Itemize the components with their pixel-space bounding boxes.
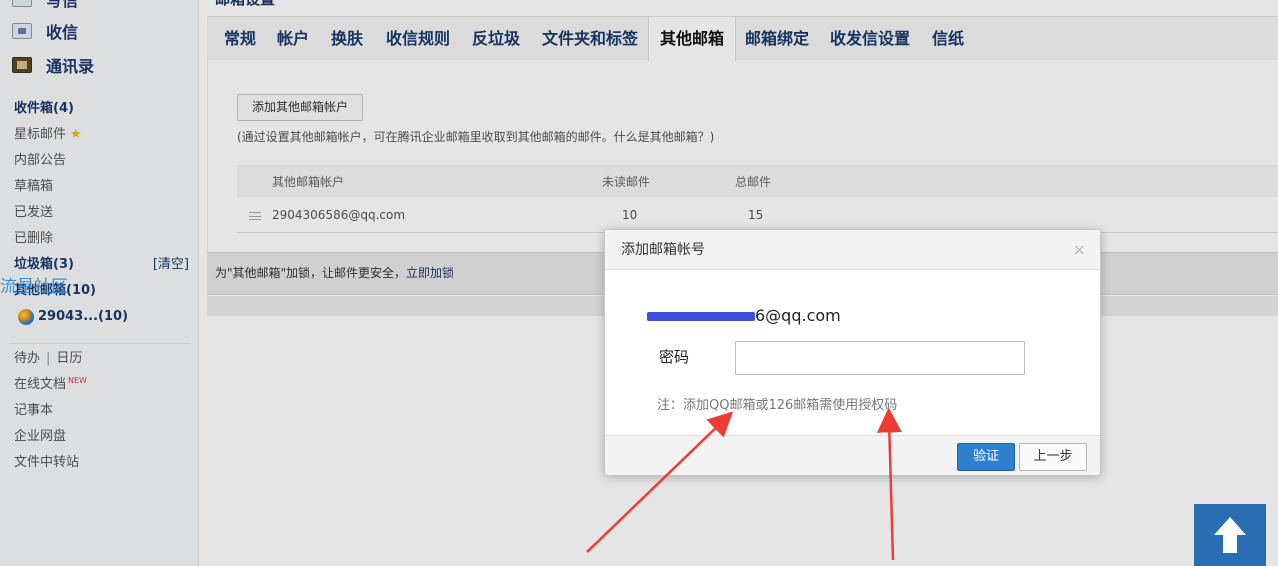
add-other-mailbox-button[interactable]: 添加其他邮箱帐户 xyxy=(237,94,364,121)
header-unread: 未读邮件 xyxy=(602,175,651,189)
notepad-label: 记事本 xyxy=(14,403,54,418)
folder-sub-account[interactable]: 29043...(10) xyxy=(0,304,199,330)
separator: | xyxy=(46,351,51,366)
password-label: 密码 xyxy=(659,348,690,366)
row-total: 15 xyxy=(748,208,764,222)
scroll-to-top-button[interactable] xyxy=(1194,504,1266,566)
folder-sent[interactable]: 已发送 xyxy=(0,200,199,226)
tab-receive-rules[interactable]: 收信规则 xyxy=(375,17,461,60)
notepad-link[interactable]: 记事本 xyxy=(0,398,199,424)
tab-mailbox-binding[interactable]: 邮箱绑定 xyxy=(734,17,820,60)
row-account: 2904306586@qq.com xyxy=(272,208,406,222)
tab-general[interactable]: 常规 xyxy=(213,17,267,60)
folder-drafts-label: 草稿箱 xyxy=(14,179,54,194)
folder-inbox[interactable]: 收件箱(4) xyxy=(0,96,199,122)
page-title: 邮箱设置 xyxy=(215,0,275,9)
write-icon xyxy=(12,0,32,7)
tab-skin[interactable]: 换肤 xyxy=(320,17,374,60)
settings-tabs: 常规 帐户 换肤 收信规则 反垃圾 文件夹和标签 其他邮箱 邮箱绑定 收发信设置… xyxy=(207,16,1278,61)
nav-contacts-label: 通讯录 xyxy=(46,57,95,76)
calendar-link[interactable]: 日历 xyxy=(56,351,82,366)
sidebar-divider xyxy=(10,343,190,344)
inbox-icon xyxy=(12,23,32,39)
dialog-email: 6@qq.com xyxy=(647,306,841,325)
password-input[interactable] xyxy=(735,341,1025,375)
dialog-email-text: 6@qq.com xyxy=(755,306,841,325)
tab-stationery[interactable]: 信纸 xyxy=(921,17,975,60)
contacts-book-icon xyxy=(12,57,32,73)
dialog-header: 添加邮箱帐号 × xyxy=(605,230,1100,270)
folder-sub-account-label: 29043...(10) xyxy=(38,309,129,324)
close-icon[interactable]: × xyxy=(1073,230,1086,270)
netdisk-link[interactable]: 企业网盘 xyxy=(0,424,199,450)
tab-folders-labels[interactable]: 文件夹和标签 xyxy=(531,17,649,60)
tab-other-mailboxes[interactable]: 其他邮箱 xyxy=(648,17,737,61)
lock-banner-text: 为"其他邮箱"加锁，让邮件更安全， xyxy=(215,266,407,280)
folder-drafts[interactable]: 草稿箱 xyxy=(0,174,199,200)
arrow-up-icon xyxy=(1214,517,1246,553)
folder-announcements[interactable]: 内部公告 xyxy=(0,148,199,174)
dialog-title: 添加邮箱帐号 xyxy=(621,242,705,258)
table-header: 其他邮箱帐户 未读邮件 总邮件 xyxy=(237,165,1278,197)
row-unread: 10 xyxy=(622,208,638,222)
table-row[interactable]: 2904306586@qq.com 10 15 xyxy=(237,199,1278,233)
sidebar: 写信 收信 通讯录 收件箱(4) 星标邮件 ★ 内部公告 草稿箱 已发送 已删除 … xyxy=(0,0,199,566)
qq-mailbox-icon xyxy=(18,309,34,325)
nav-inbox[interactable]: 收信 xyxy=(0,16,199,46)
drag-handle-icon[interactable] xyxy=(249,212,261,220)
tab-send-receive-settings[interactable]: 收发信设置 xyxy=(819,17,921,60)
folder-announcements-label: 内部公告 xyxy=(14,153,67,168)
add-mailbox-dialog: 添加邮箱帐号 × 6@qq.com 密码 注：添加QQ邮箱或126邮箱需使用授权… xyxy=(604,229,1101,475)
previous-step-button[interactable]: 上一步 xyxy=(1019,443,1087,471)
lock-now-link[interactable]: 立即加锁 xyxy=(406,266,454,280)
star-icon: ★ xyxy=(70,127,82,142)
online-docs-link[interactable]: 在线文档 NEW xyxy=(0,372,199,398)
folder-sent-label: 已发送 xyxy=(14,205,54,220)
tab-antispam[interactable]: 反垃圾 xyxy=(461,17,531,60)
empty-spam-link[interactable]: [清空] xyxy=(153,252,189,278)
folder-spam-label: 垃圾箱(3) xyxy=(14,257,74,272)
tab-account[interactable]: 帐户 xyxy=(266,17,320,60)
tools-list: 待办 | 日历 在线文档 NEW 记事本 企业网盘 文件中转站 xyxy=(0,346,199,476)
folder-starred[interactable]: 星标邮件 ★ xyxy=(0,122,199,148)
nav-inbox-label: 收信 xyxy=(46,23,79,42)
folder-inbox-label: 收件箱(4) xyxy=(14,101,74,116)
nav-contacts[interactable]: 通讯录 xyxy=(0,50,199,80)
nav-write[interactable]: 写信 xyxy=(0,0,199,14)
folder-starred-label: 星标邮件 xyxy=(14,127,67,142)
folder-deleted-label: 已删除 xyxy=(14,231,54,246)
folder-deleted[interactable]: 已删除 xyxy=(0,226,199,252)
other-mailbox-note: (通过设置其他邮箱帐户，可在腾讯企业邮箱里收取到其他邮箱的邮件。什么是其他邮箱？… xyxy=(237,130,715,144)
auth-code-note: 注：添加QQ邮箱或126邮箱需使用授权码 xyxy=(657,398,898,413)
todo-link[interactable]: 待办 xyxy=(14,351,40,366)
file-transfer-link[interactable]: 文件中转站 xyxy=(0,450,199,476)
netdisk-label: 企业网盘 xyxy=(14,429,67,444)
verify-button[interactable]: 验证 xyxy=(957,443,1015,471)
nav-write-label: 写信 xyxy=(46,0,79,10)
online-docs-label: 在线文档 xyxy=(14,377,67,392)
header-total: 总邮件 xyxy=(735,175,772,189)
dialog-footer: 验证 上一步 xyxy=(605,435,1100,475)
tools-row-todo-calendar: 待办 | 日历 xyxy=(0,346,199,372)
redaction-mark xyxy=(647,312,755,321)
new-badge: NEW xyxy=(68,376,87,385)
file-transfer-label: 文件中转站 xyxy=(14,455,80,470)
watermark-text: 流星社区 xyxy=(0,277,68,297)
header-account: 其他邮箱帐户 xyxy=(272,175,345,189)
